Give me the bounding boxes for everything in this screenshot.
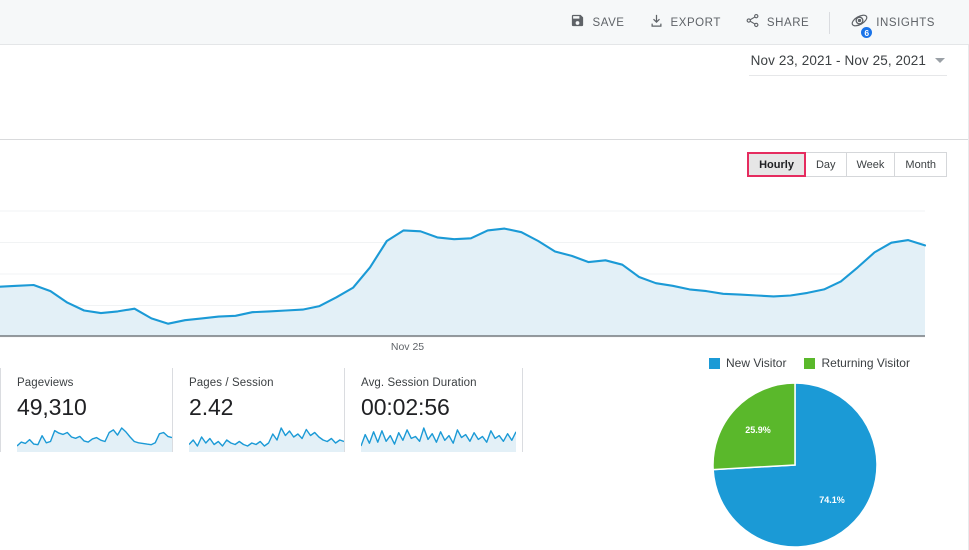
- export-icon: [649, 13, 664, 33]
- section-divider: [0, 139, 969, 140]
- pie-legend: New Visitor Returning Visitor: [650, 355, 969, 371]
- metric-value: 2.42: [189, 394, 234, 420]
- insights-label: INSIGHTS: [876, 16, 935, 29]
- export-label: EXPORT: [670, 16, 721, 29]
- insights-icon: 6: [850, 11, 874, 39]
- share-button[interactable]: SHARE: [733, 7, 821, 39]
- visitor-type-pie-block: New Visitor Returning Visitor 25.9% 74.1%: [650, 355, 969, 550]
- chart-area-fill: [0, 228, 925, 336]
- granularity-hourly[interactable]: Hourly: [747, 152, 806, 177]
- save-button[interactable]: SAVE: [558, 7, 636, 39]
- legend-item-returning-visitor[interactable]: Returning Visitor: [804, 356, 910, 370]
- main-timeseries-chart[interactable]: [0, 196, 969, 356]
- metric-card-pages-per-session[interactable]: Pages / Session 2.42: [172, 368, 344, 452]
- granularity-button-group: Hourly Day Week Month: [747, 152, 947, 177]
- visitor-type-pie-chart[interactable]: 25.9% 74.1%: [710, 379, 910, 550]
- legend-swatch-new-visitor: [709, 357, 721, 369]
- chart-x-tick-label: Nov 25: [390, 341, 425, 353]
- sparkline-avg-session-duration: [361, 427, 516, 452]
- timeseries-svg: [0, 210, 927, 338]
- sparkline-pageviews: [17, 427, 172, 452]
- export-button[interactable]: EXPORT: [637, 7, 733, 39]
- granularity-week[interactable]: Week: [846, 152, 896, 177]
- share-icon: [745, 13, 760, 33]
- insights-badge: 6: [860, 25, 874, 39]
- pie-label-new-visitor: 74.1%: [819, 495, 845, 505]
- legend-swatch-returning-visitor: [804, 357, 816, 369]
- metric-value: 49,310: [17, 394, 87, 420]
- legend-item-new-visitor[interactable]: New Visitor: [709, 356, 786, 370]
- metric-title: Avg. Session Duration: [361, 377, 477, 389]
- insights-button[interactable]: 6 INSIGHTS: [838, 5, 947, 41]
- analytics-audience-overview-page: SAVE EXPORT SHARE 6 INSIGHTS Nov 23, 202…: [0, 0, 969, 550]
- pie-label-returning-visitor: 25.9%: [745, 425, 771, 435]
- chevron-down-icon: [935, 58, 945, 63]
- legend-label-returning-visitor: Returning Visitor: [821, 356, 910, 370]
- toolbar-divider: [829, 11, 831, 34]
- metric-cards-end-divider: [522, 368, 523, 452]
- metric-title: Pages / Session: [189, 377, 274, 389]
- metric-card-pageviews[interactable]: Pageviews 49,310: [0, 368, 172, 452]
- date-range-selector[interactable]: Nov 23, 2021 - Nov 25, 2021: [748, 49, 947, 76]
- metric-value: 00:02:56: [361, 394, 450, 420]
- granularity-day[interactable]: Day: [805, 152, 847, 177]
- date-range-text: Nov 23, 2021 - Nov 25, 2021: [750, 53, 926, 68]
- metric-title: Pageviews: [17, 377, 74, 389]
- legend-label-new-visitor: New Visitor: [726, 356, 787, 370]
- metric-cards: Pageviews 49,310 Pages / Session 2.42 Av…: [0, 368, 516, 452]
- sparkline-pages-per-session: [189, 427, 344, 452]
- share-label: SHARE: [766, 16, 810, 29]
- save-icon: [570, 13, 585, 33]
- top-toolbar: SAVE EXPORT SHARE 6 INSIGHTS: [0, 0, 969, 45]
- granularity-month[interactable]: Month: [895, 152, 947, 177]
- metric-card-avg-session-duration[interactable]: Avg. Session Duration 00:02:56: [344, 368, 516, 452]
- toolbar-actions: SAVE EXPORT SHARE 6 INSIGHTS: [558, 0, 947, 45]
- save-label: SAVE: [592, 16, 625, 29]
